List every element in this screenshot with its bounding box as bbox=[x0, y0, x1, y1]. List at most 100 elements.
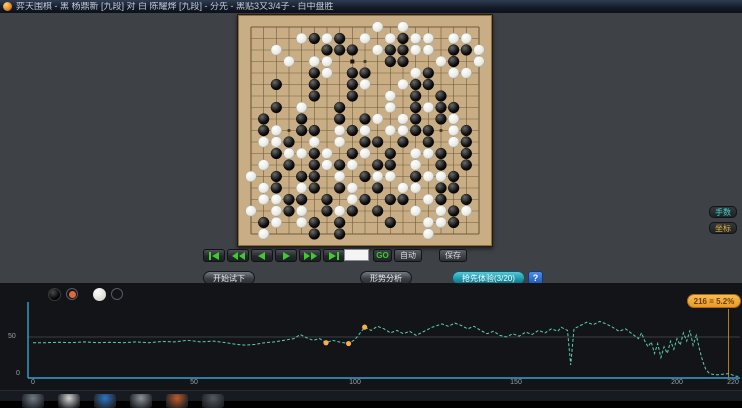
black-stone bbox=[321, 193, 333, 206]
white-stone bbox=[384, 124, 396, 137]
white-stone bbox=[283, 55, 295, 68]
x-tick-label: 220 bbox=[727, 379, 739, 386]
white-stone bbox=[435, 216, 447, 229]
last-move-button[interactable] bbox=[323, 249, 345, 262]
white-stone bbox=[422, 216, 434, 229]
black-stone bbox=[397, 44, 409, 56]
key-move-dot[interactable] bbox=[323, 340, 329, 346]
black-stone bbox=[270, 101, 282, 114]
white-stone bbox=[448, 136, 460, 148]
white-stone bbox=[410, 44, 422, 56]
go-button[interactable]: GO bbox=[373, 249, 392, 262]
auto-play-button[interactable]: 自动 bbox=[394, 249, 422, 262]
black-stone bbox=[346, 90, 358, 102]
black-stone bbox=[308, 216, 320, 229]
black-stone bbox=[460, 193, 472, 206]
move-marker bbox=[350, 59, 355, 64]
black-stone bbox=[410, 101, 422, 114]
black-stone bbox=[384, 159, 396, 171]
white-stone bbox=[372, 170, 384, 183]
white-stone bbox=[258, 228, 270, 240]
black-stone bbox=[296, 193, 308, 206]
white-stone bbox=[270, 193, 282, 206]
white-stone bbox=[410, 32, 422, 45]
white-stone bbox=[296, 32, 308, 45]
skip-to-start-icon bbox=[208, 251, 220, 260]
black-stone bbox=[283, 193, 295, 206]
white-stone bbox=[296, 147, 308, 160]
forward-button[interactable] bbox=[275, 249, 297, 262]
white-stone bbox=[334, 170, 346, 183]
app-icon-2[interactable] bbox=[94, 394, 116, 408]
black-stone bbox=[359, 113, 371, 125]
coordinates-toggle[interactable]: 坐标 bbox=[709, 222, 737, 234]
black-stone bbox=[435, 101, 447, 114]
go-board[interactable] bbox=[237, 14, 493, 247]
x-tick-label: 100 bbox=[349, 379, 361, 386]
move-number-input[interactable] bbox=[344, 249, 369, 261]
black-stone bbox=[397, 136, 409, 148]
white-stone bbox=[448, 32, 460, 45]
black-stone bbox=[258, 113, 270, 125]
backward-icon bbox=[258, 251, 266, 260]
black-stone bbox=[397, 193, 409, 206]
white-stone bbox=[245, 170, 257, 183]
black-stone bbox=[270, 182, 282, 194]
black-stone bbox=[308, 228, 320, 240]
white-stone bbox=[321, 67, 333, 79]
white-stone bbox=[258, 136, 270, 148]
white-stone bbox=[346, 182, 358, 194]
app-icon-5[interactable] bbox=[202, 394, 224, 408]
key-move-dot[interactable] bbox=[362, 324, 368, 330]
black-stone bbox=[359, 170, 371, 183]
white-stone bbox=[296, 182, 308, 194]
move-numbers-toggle[interactable]: 手数 bbox=[709, 206, 737, 218]
windows-taskbar[interactable] bbox=[0, 390, 742, 408]
white-stone bbox=[422, 193, 434, 206]
white-stone bbox=[397, 21, 409, 33]
white-stone bbox=[334, 124, 346, 137]
black-stone bbox=[308, 67, 320, 79]
black-stone bbox=[296, 124, 308, 137]
white-stone bbox=[245, 205, 257, 217]
black-stone bbox=[346, 147, 358, 160]
white-stone bbox=[296, 205, 308, 217]
black-stone bbox=[410, 113, 422, 125]
back-button[interactable] bbox=[251, 249, 273, 262]
white-stone bbox=[346, 193, 358, 206]
black-stone bbox=[334, 101, 346, 114]
fast-forward-button[interactable] bbox=[299, 249, 321, 262]
black-stone bbox=[372, 182, 384, 194]
key-move-dot[interactable] bbox=[345, 340, 352, 347]
black-stone bbox=[410, 170, 422, 183]
black-stone bbox=[270, 170, 282, 183]
app-icon-3[interactable] bbox=[130, 394, 152, 408]
white-stone bbox=[422, 32, 434, 45]
black-stone bbox=[410, 124, 422, 137]
white-stone bbox=[346, 159, 358, 171]
white-stone bbox=[372, 44, 384, 56]
save-button[interactable]: 保存 bbox=[439, 249, 467, 262]
white-stone bbox=[372, 21, 384, 33]
black-stone bbox=[460, 136, 472, 148]
app-icon-1[interactable] bbox=[58, 394, 80, 408]
go-board-canvas[interactable] bbox=[238, 15, 492, 246]
white-stone bbox=[435, 55, 447, 68]
black-stone bbox=[321, 44, 333, 56]
app-icon-4[interactable] bbox=[166, 394, 188, 408]
black-stone bbox=[397, 55, 409, 68]
app-icon bbox=[3, 2, 12, 11]
white-stone bbox=[448, 67, 460, 79]
black-stone bbox=[448, 44, 460, 56]
white-stone bbox=[359, 32, 371, 45]
first-move-button[interactable] bbox=[203, 249, 225, 262]
start-icon[interactable] bbox=[22, 394, 44, 408]
y-tick-label-50: 50 bbox=[8, 333, 16, 340]
black-stone bbox=[346, 78, 358, 91]
black-stone bbox=[435, 113, 447, 125]
winrate-chart[interactable] bbox=[0, 283, 742, 390]
black-stone bbox=[334, 216, 346, 229]
white-stone bbox=[397, 124, 409, 137]
black-stone bbox=[308, 124, 320, 137]
fast-back-button[interactable] bbox=[227, 249, 249, 262]
